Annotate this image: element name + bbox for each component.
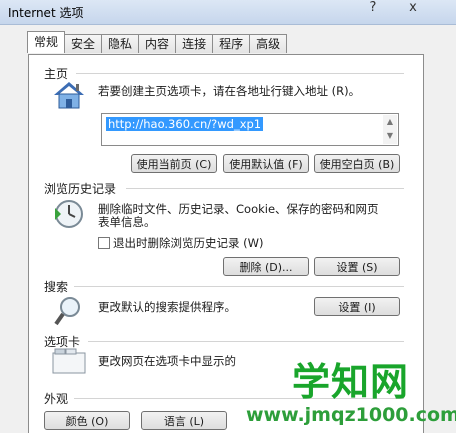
history-settings-button[interactable]: 设置 (S) xyxy=(314,257,400,276)
scroll-down-icon[interactable]: ▼ xyxy=(383,129,397,143)
tab-connections[interactable]: 连接 xyxy=(175,34,214,53)
appearance-group-label: 外观 xyxy=(44,392,69,406)
delete-history-button[interactable]: 删除 (D)... xyxy=(223,257,309,276)
search-settings-button[interactable]: 设置 (I) xyxy=(314,297,400,316)
history-desc-line2: 表单信息。 xyxy=(98,215,156,229)
divider xyxy=(74,286,404,287)
watermark-brand: 学知网 xyxy=(292,360,410,404)
history-icon xyxy=(52,198,86,233)
internet-options-dialog: Internet 选项 ? x 常规 安全 隐私 内容 连接 程序 高级 主页 … xyxy=(0,0,456,433)
title-bar: Internet 选项 ? x xyxy=(0,0,456,25)
tab-content[interactable]: 内容 xyxy=(138,34,177,53)
divider xyxy=(76,73,404,74)
use-current-button[interactable]: 使用当前页 (C) xyxy=(131,154,217,173)
divider xyxy=(126,188,404,189)
delete-on-exit-checkbox[interactable] xyxy=(98,237,110,249)
watermark-url: www.jmqz1000.com xyxy=(246,404,456,426)
tab-privacy[interactable]: 隐私 xyxy=(101,34,140,53)
url-scrollbar[interactable]: ▲ ▼ xyxy=(383,115,397,144)
search-group-label: 搜索 xyxy=(44,280,69,294)
tab-general[interactable]: 常规 xyxy=(27,31,66,53)
tab-security[interactable]: 安全 xyxy=(64,34,103,53)
help-button[interactable]: ? xyxy=(360,0,386,18)
language-button[interactable]: 语言 (L) xyxy=(141,411,227,430)
home-url-field[interactable]: http://hao.360.cn/?wd_xp1 ▲ ▼ xyxy=(101,113,399,146)
delete-on-exit-label: 退出时删除浏览历史记录 (W) xyxy=(113,236,264,250)
home-hint: 若要创建主页选项卡，请在各地址行键入地址 (R)。 xyxy=(98,84,361,98)
use-blank-button[interactable]: 使用空白页 (B) xyxy=(314,154,400,173)
tab-strip: 常规 安全 隐私 内容 连接 程序 高级 xyxy=(27,31,288,54)
search-desc: 更改默认的搜索提供程序。 xyxy=(98,300,236,314)
tab-programs[interactable]: 程序 xyxy=(212,34,251,53)
scroll-up-icon[interactable]: ▲ xyxy=(383,115,397,129)
tabs-desc: 更改网页在选项卡中显示的 xyxy=(98,354,236,368)
use-default-button[interactable]: 使用默认值 (F) xyxy=(223,154,309,173)
divider xyxy=(88,341,404,342)
tab-advanced[interactable]: 高级 xyxy=(249,34,288,53)
close-button[interactable]: x xyxy=(400,0,426,18)
colors-button[interactable]: 颜色 (O) xyxy=(44,411,130,430)
home-url-value: http://hao.360.cn/?wd_xp1 xyxy=(106,117,264,131)
tabs-icon xyxy=(52,348,86,377)
window-title: Internet 选项 xyxy=(8,6,84,20)
home-icon xyxy=(52,80,86,113)
search-icon xyxy=(54,295,84,330)
history-group-label: 浏览历史记录 xyxy=(44,182,117,196)
